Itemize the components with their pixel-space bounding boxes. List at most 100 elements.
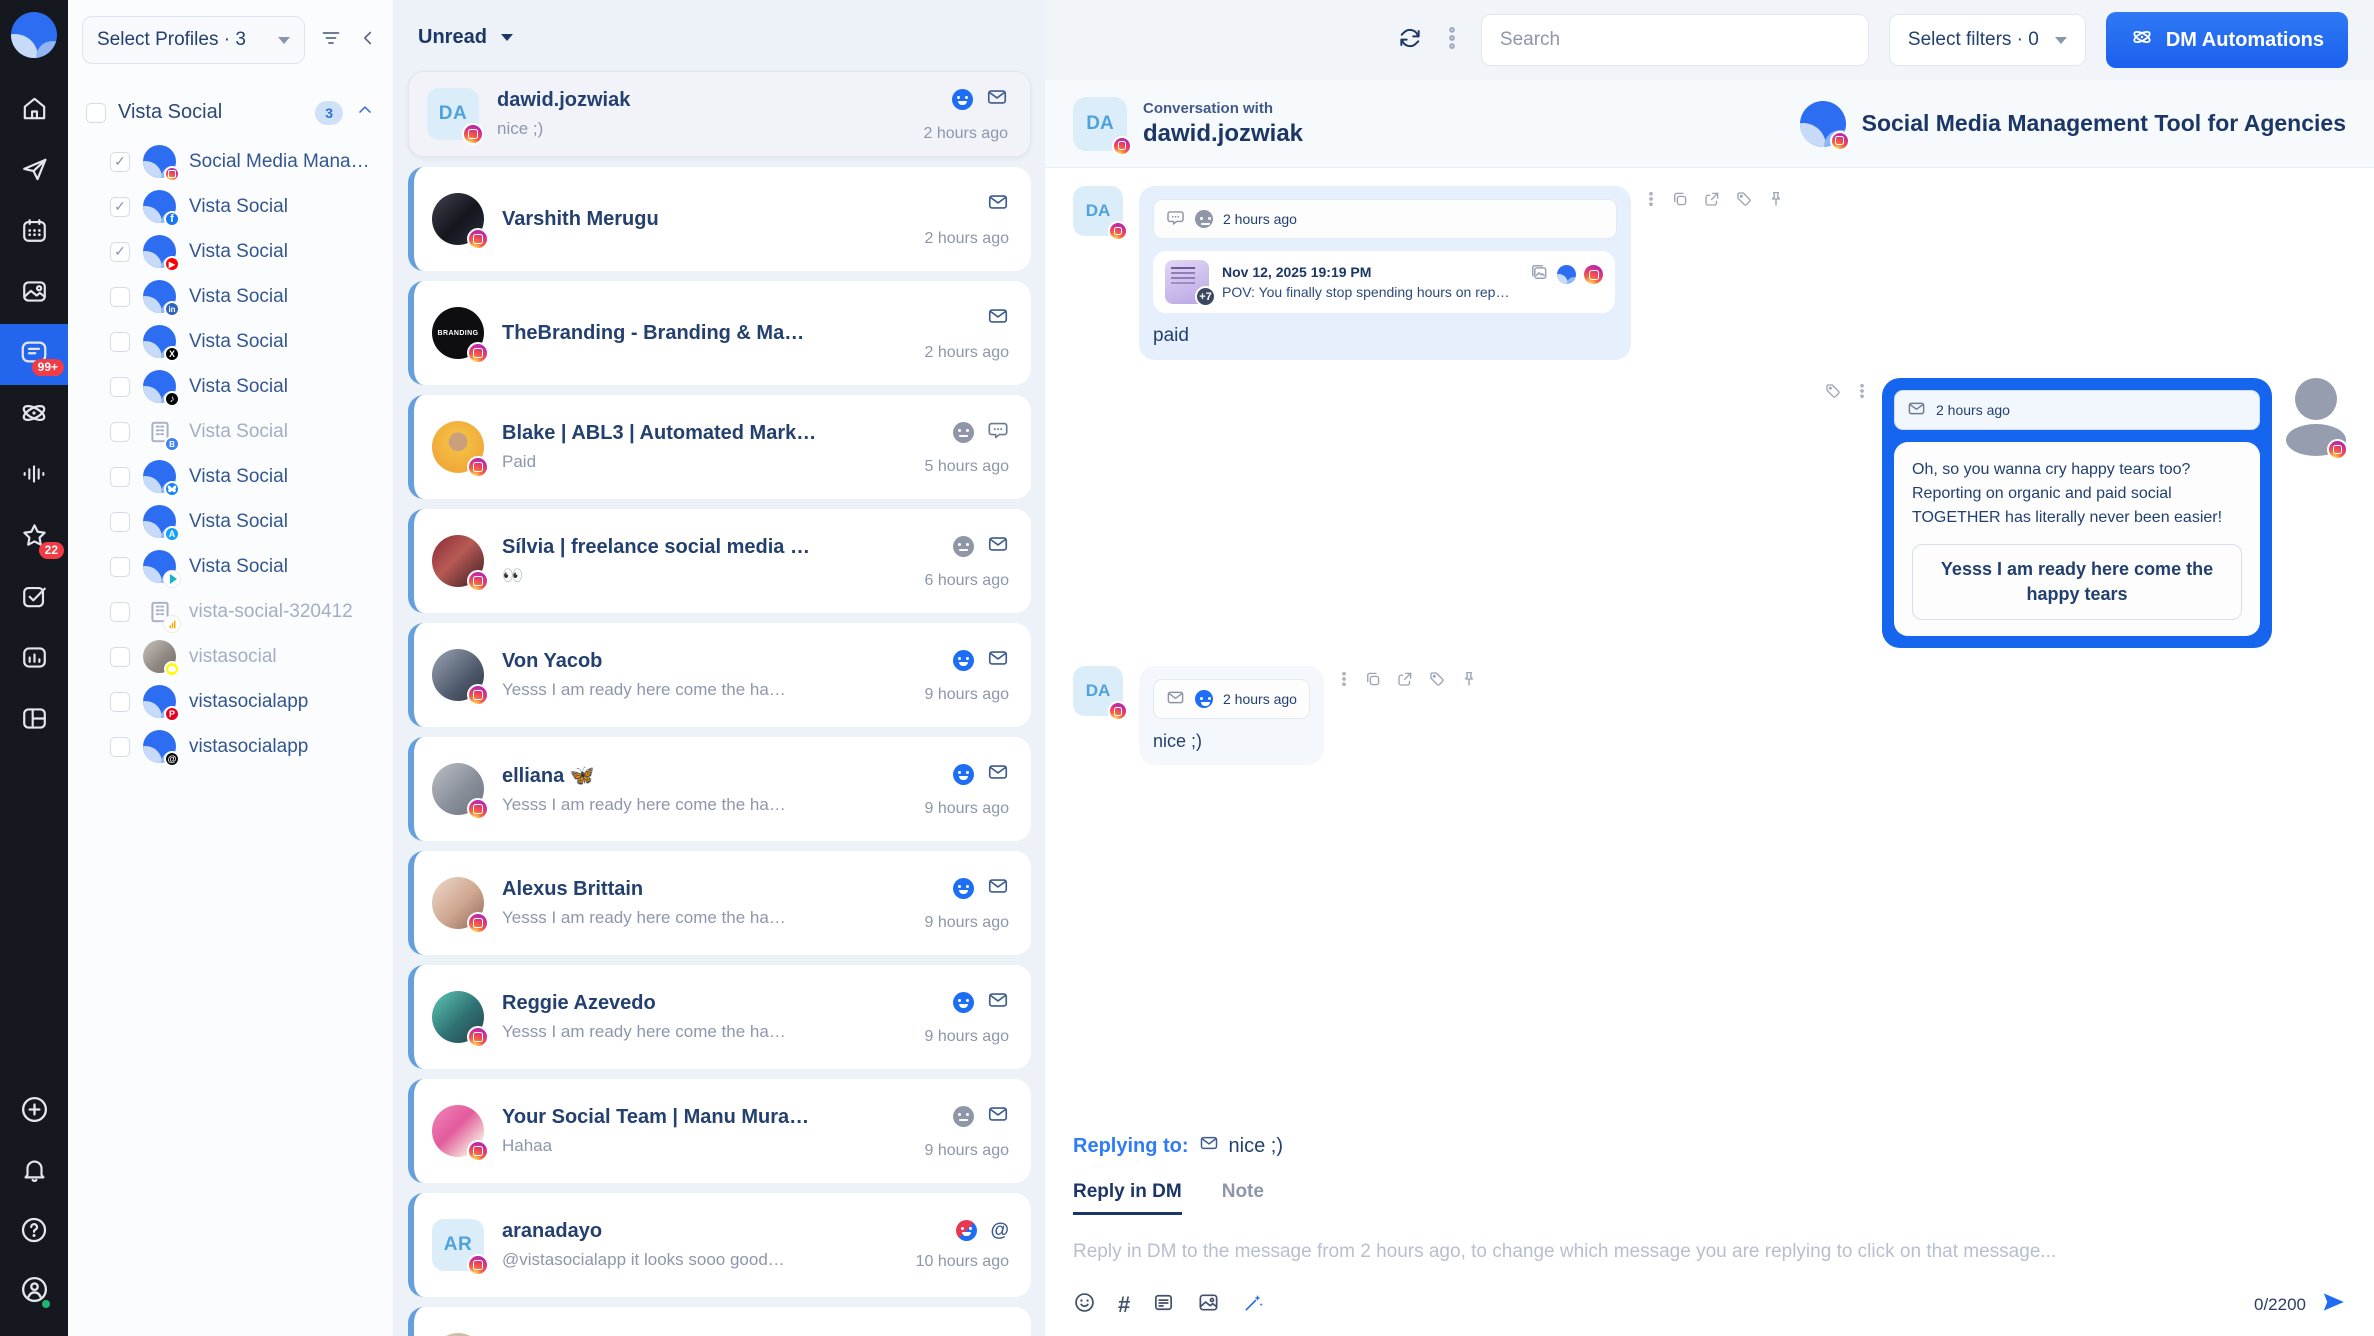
hashtag-icon[interactable]: # [1118,1294,1130,1316]
share-icon[interactable] [1703,190,1721,213]
profile-checkbox[interactable] [110,602,130,622]
conversation-card[interactable]: Alexus BrittainYesss I am ready here com… [408,851,1031,955]
copy-icon[interactable] [1364,670,1382,693]
sidebar-item-calendar[interactable] [0,202,68,263]
sidebar-item-media[interactable] [0,263,68,324]
conversation-card[interactable]: Blake | ABL3 | Automated Mark…Paid 5 hou… [408,395,1031,499]
conversation-card[interactable] [408,1307,1031,1336]
sidebar-item-home[interactable] [0,80,68,141]
vista-social-logo[interactable] [11,12,57,58]
profile-checkbox[interactable]: ✓ [110,197,130,217]
profile-checkbox[interactable] [110,647,130,667]
profile-checkbox[interactable] [110,557,130,577]
more-icon[interactable] [1645,190,1657,213]
profile-row-instagram[interactable]: ✓ Social Media Managem… [82,139,379,184]
conversation-card[interactable]: Your Social Team | Manu Mura…Hahaa 9 hou… [408,1079,1031,1183]
pin-icon[interactable] [1767,190,1785,213]
conversation-card[interactable]: AR aranadayo@vistasocialapp it looks soo… [408,1193,1031,1297]
profile-row-threads[interactable]: @ vistasocialapp [82,724,379,769]
kebab-menu-icon[interactable] [1443,25,1461,56]
conversation-card[interactable]: Reggie AzevedoYesss I am ready here come… [408,965,1031,1069]
profile-row-google-analytics[interactable]: vista-social-320412 [82,589,379,634]
profile-row-x[interactable]: X Vista Social [82,319,379,364]
sidebar-item-reports[interactable] [0,629,68,690]
message-bubble[interactable]: 2 hours ago nice ;) [1139,666,1324,765]
conversation-card[interactable]: BRANDING TheBranding - Branding & Ma… 2 … [408,281,1031,385]
tab-note[interactable]: Note [1222,1181,1264,1215]
profile-checkbox[interactable] [110,692,130,712]
profile-row-linkedin[interactable]: in Vista Social [82,274,379,319]
dm-envelope-icon [987,1103,1009,1130]
profile-row-app-store[interactable]: A Vista Social [82,499,379,544]
collapse-panel-icon[interactable] [357,27,379,54]
profile-checkbox[interactable]: ✓ [110,242,130,262]
tag-icon[interactable] [1735,190,1753,213]
sidebar-item-inbox[interactable]: 99+ [0,324,68,385]
search-input[interactable] [1481,14,1869,66]
sidebar-item-reviews[interactable]: 22 [0,507,68,568]
shared-post-attachment[interactable]: +7 Nov 12, 2025 19:19 PM POV: You finall… [1153,251,1615,313]
notifications-button[interactable] [0,1142,68,1202]
sidebar-item-listening[interactable] [0,446,68,507]
more-icon[interactable] [1338,670,1350,693]
conversation-card[interactable]: elliana 🦋Yesss I am ready here come the … [408,737,1031,841]
tag-icon[interactable] [1824,382,1842,405]
pin-icon[interactable] [1460,670,1478,693]
profile-checkbox[interactable] [110,467,130,487]
share-icon[interactable] [1396,670,1414,693]
sidebar-item-connect[interactable] [0,385,68,446]
profile-row-google-business[interactable]: B Vista Social [82,409,379,454]
select-profiles-dropdown[interactable]: Select Profiles · 3 [82,16,305,64]
message-bubble[interactable]: 2 hours ago +7 Nov 12, 2025 19:19 PM POV… [1139,186,1631,360]
profile-row-tiktok[interactable]: ♪ Vista Social [82,364,379,409]
sidebar-item-publish[interactable] [0,141,68,202]
connected-profile-title[interactable]: Social Media Management Tool for Agencie… [1862,110,2346,137]
more-icon[interactable] [1856,382,1868,405]
profile-checkbox[interactable] [110,512,130,532]
profile-checkbox[interactable] [110,422,130,442]
message-bubble[interactable]: 2 hours ago Oh, so you wanna cry happy t… [1882,378,2272,648]
conversation-card[interactable]: DA dawid.jozwiaknice ;) 2 hours ago [408,71,1031,157]
send-icon[interactable] [2320,1289,2346,1320]
profile-checkbox[interactable] [110,737,130,757]
profile-checkbox[interactable] [110,377,130,397]
profile-row-facebook[interactable]: ✓ f Vista Social [82,184,379,229]
chevron-up-icon[interactable] [355,100,375,125]
create-button[interactable] [0,1082,68,1142]
profile-checkbox[interactable] [110,287,130,307]
inbox-filter-dropdown[interactable]: Unread [418,26,487,49]
gallery-icon [1529,262,1549,287]
refresh-icon[interactable] [1397,25,1423,56]
profile-row-snapchat[interactable]: vistasocial [82,634,379,679]
conversation-list: Unread DA dawid.jozwiaknice ;) 2 hours a… [394,0,1045,1336]
profile-row-youtube[interactable]: ✓ ▶ Vista Social [82,229,379,274]
magic-wand-icon[interactable] [1242,1291,1265,1319]
profile-row-bluesky[interactable]: Vista Social [82,454,379,499]
emoji-icon[interactable] [1073,1291,1096,1319]
sidebar-item-tasks[interactable] [0,568,68,629]
account-button[interactable] [0,1262,68,1322]
help-button[interactable] [0,1202,68,1262]
conversation-card[interactable]: Varshith Merugu 2 hours ago [408,167,1031,271]
copy-icon[interactable] [1671,190,1689,213]
message-actions [1645,190,1785,213]
reply-composer: Replying to: nice ;) Reply in DM Note # … [1045,1123,2374,1336]
filter-profiles-icon[interactable] [319,26,343,55]
reply-input[interactable] [1073,1241,2346,1263]
tab-reply-in-dm[interactable]: Reply in DM [1073,1181,1182,1215]
snippet-icon[interactable] [1152,1291,1175,1319]
dm-automations-button[interactable]: DM Automations [2106,12,2348,68]
profile-row-pinterest[interactable]: P vistasocialapp [82,679,379,724]
conversation-card[interactable]: Von YacobYesss I am ready here come the … [408,623,1031,727]
conversation-card[interactable]: Sílvia | freelance social media …👀 6 hou… [408,509,1031,613]
tag-icon[interactable] [1428,670,1446,693]
sidebar-item-boards[interactable] [0,690,68,751]
quick-reply-button[interactable]: Yesss I am ready here come the happy tea… [1912,544,2242,620]
replying-to-message[interactable]: nice ;) [1229,1135,1283,1158]
image-icon[interactable] [1197,1291,1220,1319]
select-filters-dropdown[interactable]: Select filters · 0 [1889,14,2086,66]
profile-checkbox[interactable] [110,332,130,352]
group-checkbox[interactable] [86,103,106,123]
profile-row-google-play[interactable]: Vista Social [82,544,379,589]
profile-checkbox[interactable]: ✓ [110,152,130,172]
